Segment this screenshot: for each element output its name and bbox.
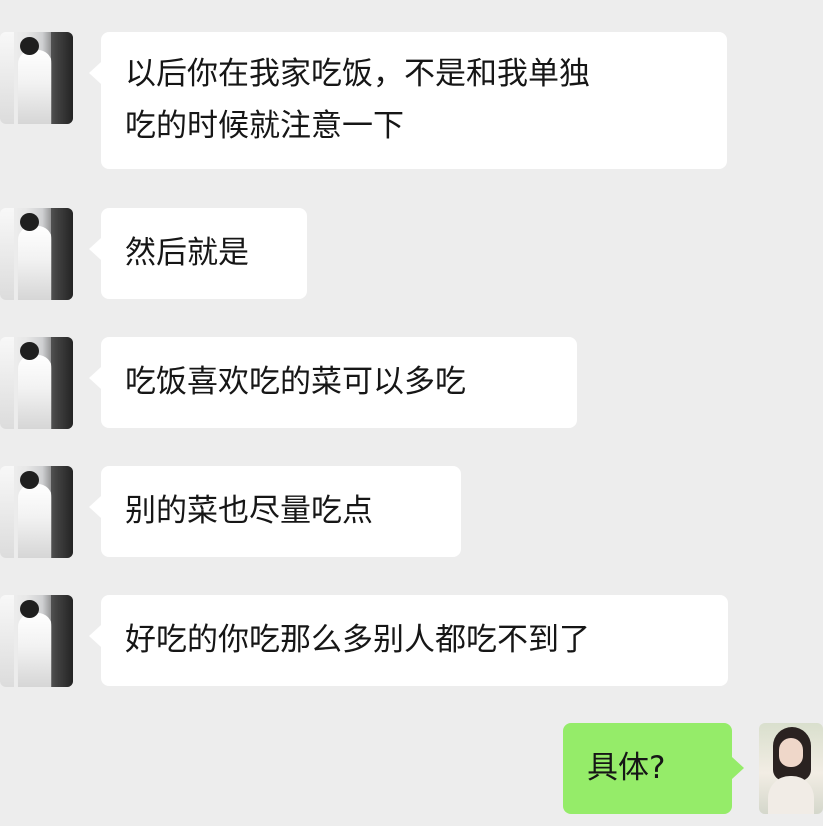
avatar-figure [18,50,52,124]
avatar-figure [18,226,52,300]
message-bubble-outgoing[interactable]: 具体? [563,723,744,814]
avatar-shoulder [768,776,814,814]
message-bubble-incoming[interactable]: 吃饭喜欢吃的菜可以多吃 [89,337,577,428]
avatar-background [0,32,14,124]
sender-avatar[interactable] [0,208,73,300]
message-bubble-incoming[interactable]: 好吃的你吃那么多别人都吃不到了 [89,595,728,686]
avatar-background [0,466,14,558]
avatar-head [20,213,39,231]
avatar-head [20,342,39,360]
avatar-face [779,738,803,767]
message-bubble-incoming[interactable]: 以后你在我家吃饭，不是和我单独 吃的时候就注意一下 [89,32,727,169]
avatar-figure [18,355,52,429]
sender-avatar[interactable] [0,466,73,558]
avatar-background [0,208,14,300]
sender-avatar[interactable] [0,32,73,124]
message-bubble-incoming[interactable]: 然后就是 [89,208,307,299]
avatar-background [0,337,14,429]
avatar-shadow [51,32,73,124]
avatar-head [20,471,39,489]
sender-avatar[interactable] [0,595,73,687]
recipient-avatar[interactable] [759,723,823,814]
avatar-figure [18,613,52,687]
avatar-shadow [51,466,73,558]
chat-window: 以后你在我家吃饭，不是和我单独 吃的时候就注意一下 然后就是 吃饭喜欢吃的菜可以… [0,0,823,826]
avatar-shadow [51,595,73,687]
avatar-shadow [51,208,73,300]
avatar-figure [18,484,52,558]
sender-avatar[interactable] [0,337,73,429]
avatar-shadow [51,337,73,429]
avatar-head [20,600,39,618]
avatar-head [20,37,39,55]
avatar-background [0,595,14,687]
message-bubble-incoming[interactable]: 别的菜也尽量吃点 [89,466,461,557]
